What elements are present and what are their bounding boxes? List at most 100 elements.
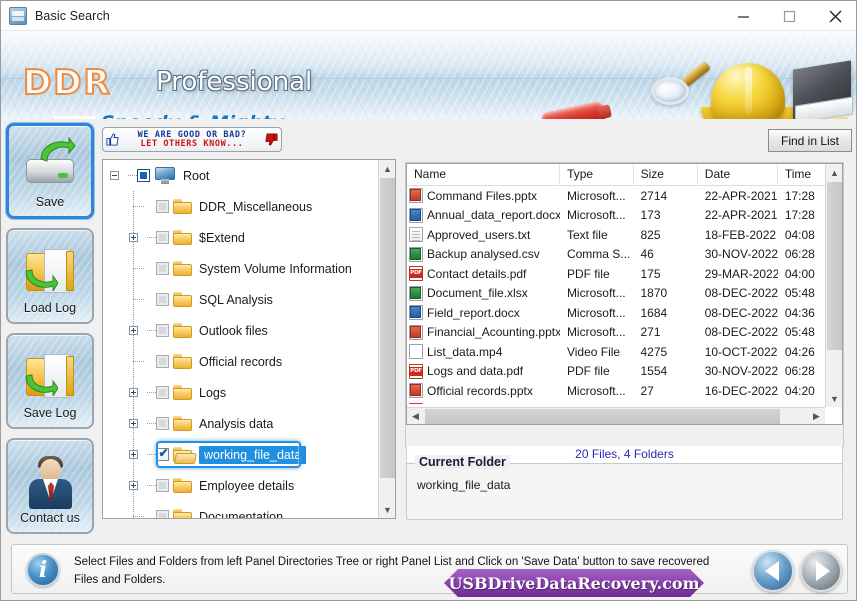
tree-node-sql-analysis[interactable]: SQL Analysis [103, 284, 379, 315]
close-icon[interactable] [812, 1, 856, 31]
file-time: 06:28 [784, 364, 815, 379]
brand-banner: DDR Professional Speedy & Mighty [1, 31, 856, 119]
column-header-size[interactable]: Size [634, 164, 698, 186]
scroll-up-icon[interactable]: ▲ [379, 160, 395, 177]
sidebar: Save Load Log Save Log Contact us [1, 123, 99, 538]
table-row[interactable]: Official records.pptx Microsoft... 27 16… [407, 381, 827, 401]
pdf-icon [409, 363, 423, 379]
column-header-name[interactable]: Name [407, 164, 561, 186]
expand-icon[interactable] [129, 450, 138, 459]
tree-node-working-file-data[interactable]: working_file_data [103, 439, 379, 470]
scroll-left-icon[interactable]: ◀ [407, 408, 424, 424]
tree-node-label: Employee details [199, 478, 295, 493]
collapse-icon[interactable] [110, 171, 119, 180]
sidebar-item-load-log[interactable]: Load Log [6, 228, 94, 324]
column-header-date[interactable]: Date [698, 164, 778, 186]
scroll-right-icon[interactable]: ▶ [808, 408, 825, 424]
tree-node-analysis-data[interactable]: Analysis data [103, 408, 379, 439]
tree-node-ddr-miscellaneous[interactable]: DDR_Miscellaneous [103, 191, 379, 222]
tree-node-outlook-files[interactable]: Outlook files [103, 315, 379, 346]
tree-checkbox[interactable] [156, 479, 169, 492]
file-time: 05:48 [784, 286, 815, 301]
find-in-list-button[interactable]: Find in List [768, 129, 852, 152]
table-row[interactable]: Logs and data.pdf PDF file 1554 30-NOV-2… [407, 362, 827, 382]
scroll-up-icon[interactable]: ▲ [826, 164, 842, 181]
tree-node-root[interactable]: Root [103, 160, 379, 191]
file-size: 271 [640, 325, 661, 340]
minimize-icon[interactable] [720, 1, 766, 31]
column-header-time[interactable]: Time [778, 164, 827, 186]
table-row[interactable]: Backup analysed.csv Comma S... 46 30-NOV… [407, 245, 827, 265]
table-row[interactable]: Contact details.pdf PDF file 175 29-MAR-… [407, 264, 827, 284]
expand-icon[interactable] [129, 481, 138, 490]
brand-ribbon[interactable]: USBDriveDataRecovery.com [444, 569, 704, 597]
tree-checkbox[interactable] [156, 262, 169, 275]
list-vertical-scrollbar[interactable]: ▲ ▼ [825, 164, 842, 407]
word-icon [409, 305, 423, 321]
expand-icon[interactable] [129, 388, 138, 397]
sidebar-item-label: Save [35, 195, 65, 209]
expand-icon[interactable] [129, 419, 138, 428]
tree-node-official-records[interactable]: Official records [103, 346, 379, 377]
tree-node-system-volume-information[interactable]: System Volume Information [103, 253, 379, 284]
file-type: Microsoft... [566, 383, 626, 398]
table-row[interactable]: Field_report.docx Microsoft... 1684 08-D… [407, 303, 827, 323]
next-button[interactable] [800, 550, 842, 592]
file-time: 05:48 [784, 325, 815, 340]
folder-icon [173, 354, 192, 369]
green-arrow-icon [40, 137, 76, 162]
tree-checkbox[interactable] [156, 510, 169, 518]
tree-checkbox[interactable] [156, 200, 169, 213]
sidebar-item-save[interactable]: Save [6, 123, 94, 219]
table-row[interactable]: Annual_data_report.docx Microsoft... 173… [407, 206, 827, 226]
table-row[interactable]: Document_file.xlsx Microsoft... 1870 08-… [407, 284, 827, 304]
tree-node-employee-details[interactable]: Employee details [103, 470, 379, 501]
file-list-panel[interactable]: Name Type Size Date Time Command Files.p… [406, 163, 843, 425]
table-row[interactable]: Command Files.pptx Microsoft... 2714 22-… [407, 186, 827, 206]
maximize-icon[interactable] [766, 1, 812, 31]
folder-icon [173, 261, 192, 276]
scroll-down-icon[interactable]: ▼ [826, 390, 842, 407]
tree-checkbox[interactable] [156, 446, 170, 461]
tree-checkbox[interactable] [156, 293, 169, 306]
application-window: Basic Search DDR Professional Speedy & M… [0, 0, 857, 601]
expand-icon[interactable] [129, 326, 138, 335]
table-row[interactable]: PO_information.pdf PDF file 1501 10-MAR-… [407, 401, 827, 404]
file-date: 22-APR-2021 [704, 188, 778, 203]
drive-save-icon [22, 137, 78, 193]
tree-checkbox[interactable] [156, 324, 169, 337]
tree-checkbox[interactable] [156, 355, 169, 368]
feedback-banner[interactable]: WE ARE GOOD OR BAD? LET OTHERS KNOW... [102, 127, 282, 152]
tree-node-label: Outlook files [199, 323, 268, 338]
table-row[interactable]: Financial_Acounting.pptx Microsoft... 27… [407, 323, 827, 343]
tree-checkbox[interactable] [156, 386, 169, 399]
tree-node-logs[interactable]: Logs [103, 377, 379, 408]
sidebar-item-save-log[interactable]: Save Log [6, 333, 94, 429]
column-header-type[interactable]: Type [560, 164, 634, 186]
generic-file-icon [409, 344, 423, 360]
scrollbar-thumb[interactable] [425, 409, 780, 424]
scroll-down-icon[interactable]: ▼ [379, 501, 395, 518]
list-horizontal-scrollbar[interactable]: ◀ ▶ [407, 407, 825, 424]
directory-tree-panel[interactable]: Root DDR_Miscellaneous $Extend System Vo… [102, 159, 396, 519]
tree-node-documentation[interactable]: Documentation [103, 501, 379, 518]
file-size: 4275 [640, 344, 668, 359]
scrollbar-thumb[interactable] [827, 182, 842, 350]
table-row[interactable]: Approved_users.txt Text file 825 18-FEB-… [407, 225, 827, 245]
tree-checkbox[interactable] [137, 169, 150, 182]
previous-button[interactable] [752, 550, 794, 592]
folder-icon [173, 230, 192, 245]
computer-icon [154, 167, 176, 184]
tree-checkbox[interactable] [156, 417, 169, 430]
table-row[interactable]: List_data.mp4 Video File 4275 10-OCT-202… [407, 342, 827, 362]
tree-vertical-scrollbar[interactable]: ▲ ▼ [378, 160, 395, 518]
file-date: 08-DEC-2022 [704, 286, 778, 301]
expand-icon[interactable] [129, 233, 138, 242]
file-size: 1870 [640, 286, 668, 301]
scrollbar-thumb[interactable] [380, 178, 395, 478]
tree-node-label: Analysis data [199, 416, 274, 431]
file-list-header: Name Type Size Date Time [407, 164, 827, 186]
tree-checkbox[interactable] [156, 231, 169, 244]
tree-node-extend[interactable]: $Extend [103, 222, 379, 253]
sidebar-item-contact-us[interactable]: Contact us [6, 438, 94, 534]
